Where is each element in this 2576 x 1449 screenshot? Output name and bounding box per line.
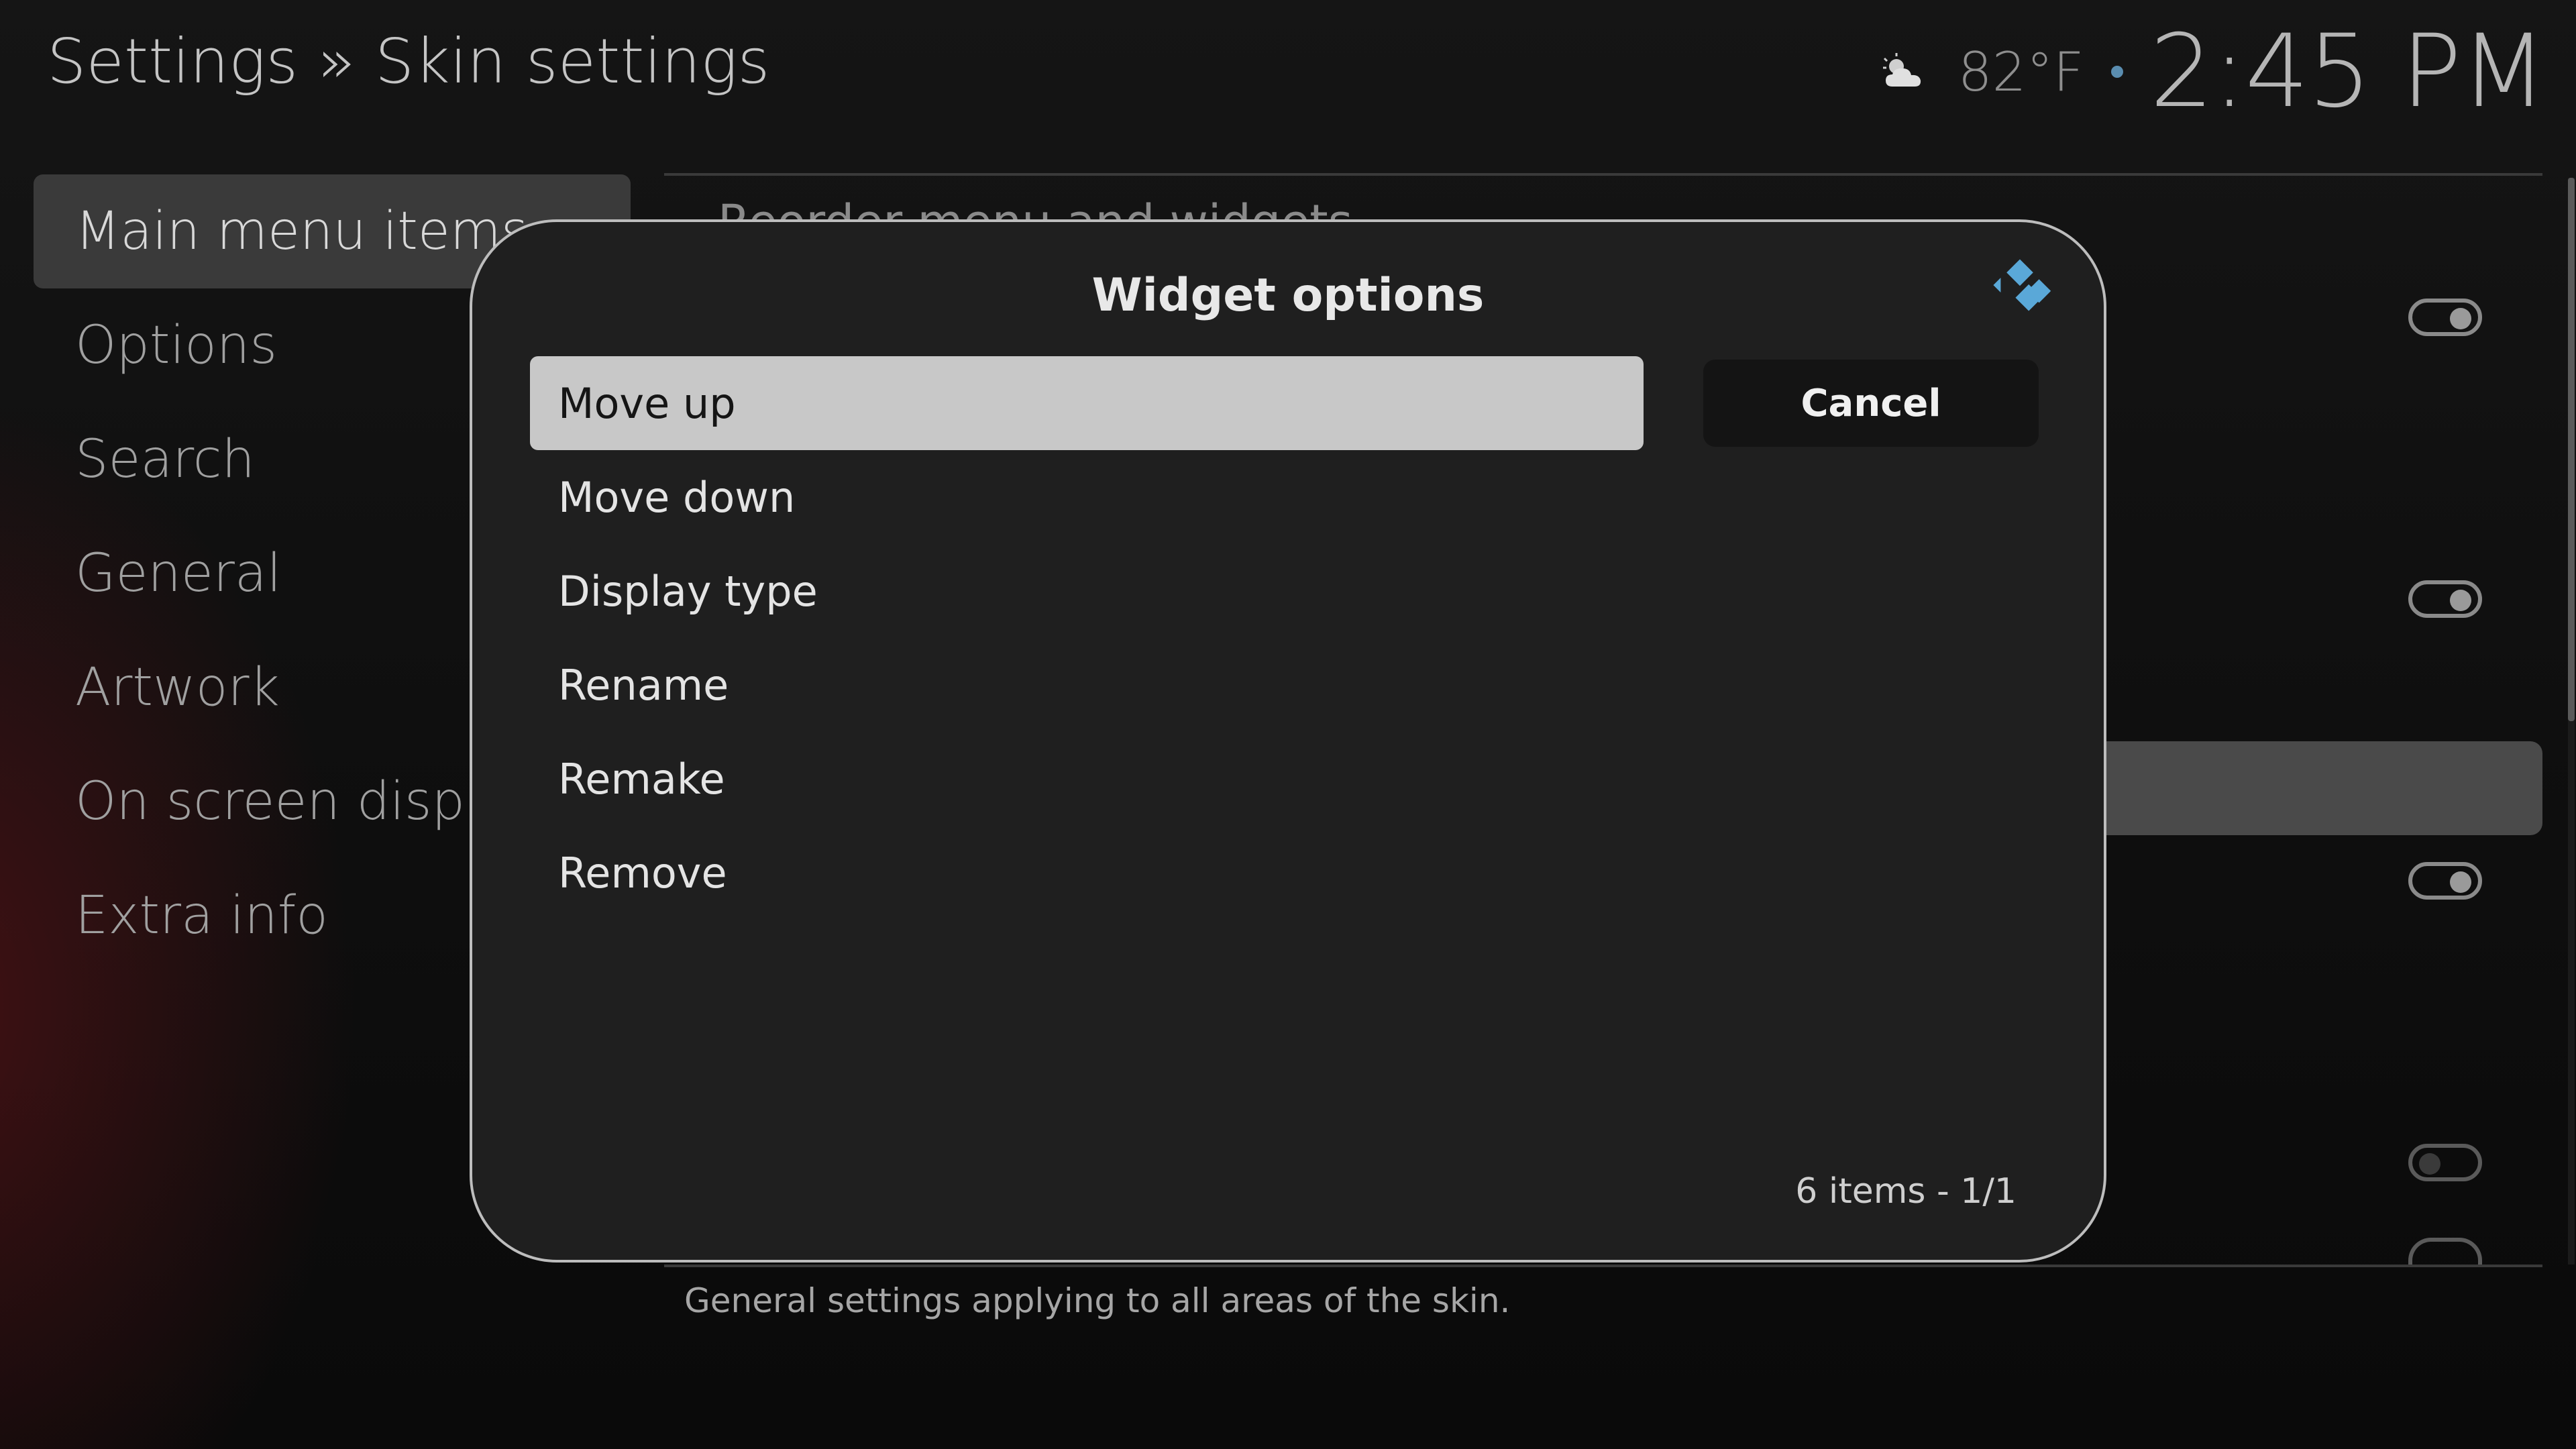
header-status: 82°F 2:45 PM: [1878, 13, 2547, 130]
separator-dot: [2110, 66, 2123, 78]
temperature: 82°F: [1957, 40, 2084, 103]
panel-bottom-divider: [664, 1265, 2542, 1267]
scrollbar-thumb[interactable]: [2568, 178, 2575, 721]
dialog-title: Widget options: [1091, 269, 1485, 322]
panel-top-divider: [664, 173, 2542, 176]
option-move-up[interactable]: Move up: [530, 356, 1644, 450]
option-remake[interactable]: Remake: [530, 732, 1644, 826]
settings-item-focused[interactable]: [2080, 741, 2542, 835]
skin-settings-screen: Settings » Skin settings 82°F 2:45 PM Ma…: [0, 0, 2576, 1449]
cancel-button[interactable]: Cancel: [1703, 360, 2039, 447]
options-list: Move up Move down Display type Rename Re…: [530, 356, 1644, 920]
widget-options-dialog: Widget options Move up Move down Display…: [470, 219, 2106, 1263]
toggle-switch[interactable]: [2408, 862, 2482, 900]
toggle-switch[interactable]: [2408, 580, 2482, 618]
cloud-sun-icon: [1882, 53, 1921, 87]
option-move-down[interactable]: Move down: [530, 450, 1644, 544]
setting-description: General settings applying to all areas o…: [684, 1281, 1511, 1320]
toggle-knob: [2419, 1153, 2440, 1175]
toggle-switch[interactable]: [2408, 1144, 2482, 1181]
option-rename[interactable]: Rename: [530, 638, 1644, 732]
breadcrumb: Settings » Skin settings: [47, 25, 770, 97]
toggle-knob: [2450, 590, 2471, 611]
toggle-knob: [2450, 871, 2471, 893]
toggle-knob: [2450, 308, 2471, 329]
kodi-logo-icon: [1993, 259, 2051, 311]
item-count: 6 items - 1/1: [1795, 1171, 2017, 1212]
toggle-switch[interactable]: [2408, 1238, 2482, 1265]
option-remove[interactable]: Remove: [530, 826, 1644, 920]
toggle-switch[interactable]: [2408, 299, 2482, 336]
option-display-type[interactable]: Display type: [530, 544, 1644, 638]
clock: 2:45 PM: [2149, 13, 2547, 130]
